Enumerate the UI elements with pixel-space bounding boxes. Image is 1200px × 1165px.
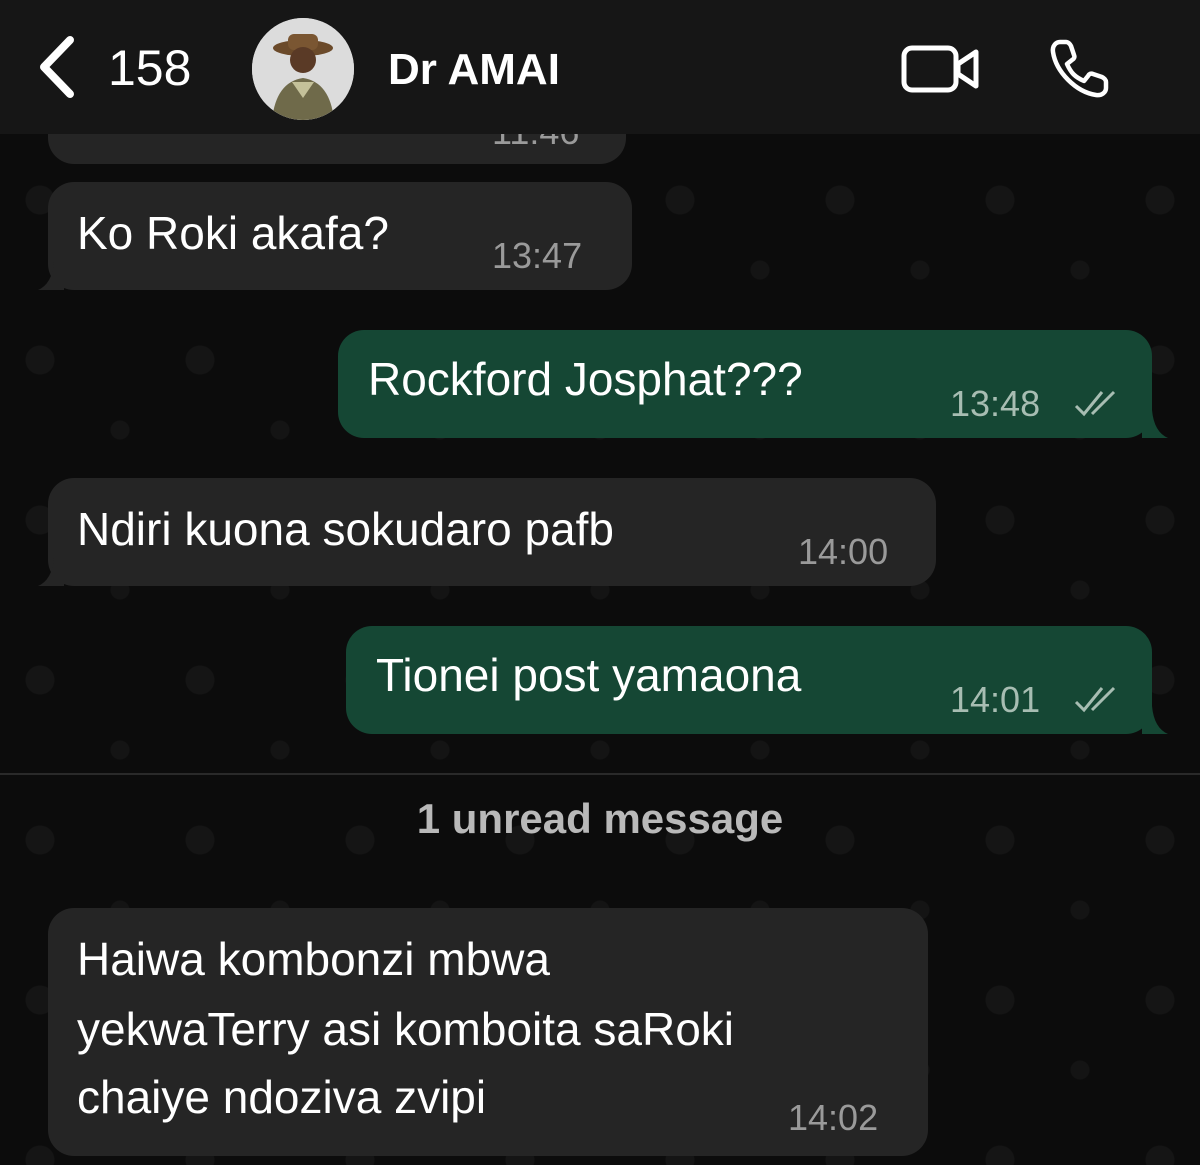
message-text: Ndiri kuona sokudaro pafb xyxy=(77,503,614,555)
bubble-tail xyxy=(1142,706,1168,734)
profile-photo xyxy=(252,18,354,120)
message-time: 13:47 xyxy=(492,235,583,276)
message-time: 14:01 xyxy=(950,679,1041,720)
bubble-tail xyxy=(1142,410,1168,438)
message-text: Tionei post yamaona xyxy=(376,649,802,701)
double-check-icon xyxy=(1074,390,1116,417)
message-bubble-outgoing[interactable]: Rockford Josphat??? 13:48 xyxy=(338,330,1152,438)
unread-divider xyxy=(0,773,1200,775)
message-bubble-incoming[interactable]: Ko Roki akafa? 13:47 xyxy=(48,182,632,290)
message-text-line: yekwaTerry asi komboita saRoki xyxy=(77,1003,735,1055)
unread-banner: 1 unread message xyxy=(416,795,784,842)
video-call-icon[interactable] xyxy=(900,40,982,98)
message-time: 14:02 xyxy=(788,1097,879,1138)
message-text: Ko Roki akafa? xyxy=(77,207,389,259)
back-button[interactable] xyxy=(36,32,86,102)
bubble-tail xyxy=(38,558,64,586)
chat-header: 158 Dr AMAI xyxy=(0,0,1200,134)
double-check-icon xyxy=(1074,686,1116,713)
unread-chats-count[interactable]: 158 xyxy=(108,36,191,100)
contact-name[interactable]: Dr AMAI xyxy=(388,40,560,100)
avatar[interactable] xyxy=(252,18,354,120)
chevron-left-icon xyxy=(40,36,74,98)
message-text-line: chaiye ndoziva zvipi xyxy=(77,1071,487,1123)
message-time: 14:00 xyxy=(798,531,889,572)
message-bubble-incoming[interactable]: Ndiri kuona sokudaro pafb 14:00 xyxy=(48,478,936,586)
message-bubble-incoming[interactable]: Haiwa kombonzi mbwa yekwaTerry asi kombo… xyxy=(48,908,928,1156)
message-bubble-outgoing[interactable]: Tionei post yamaona 14:01 xyxy=(346,626,1152,734)
message-text: Rockford Josphat??? xyxy=(368,353,803,405)
message-text-line: Haiwa kombonzi mbwa xyxy=(77,933,550,985)
message-time: 13:48 xyxy=(950,383,1041,424)
bubble-tail xyxy=(38,262,64,290)
phone-icon[interactable] xyxy=(1046,36,1112,102)
